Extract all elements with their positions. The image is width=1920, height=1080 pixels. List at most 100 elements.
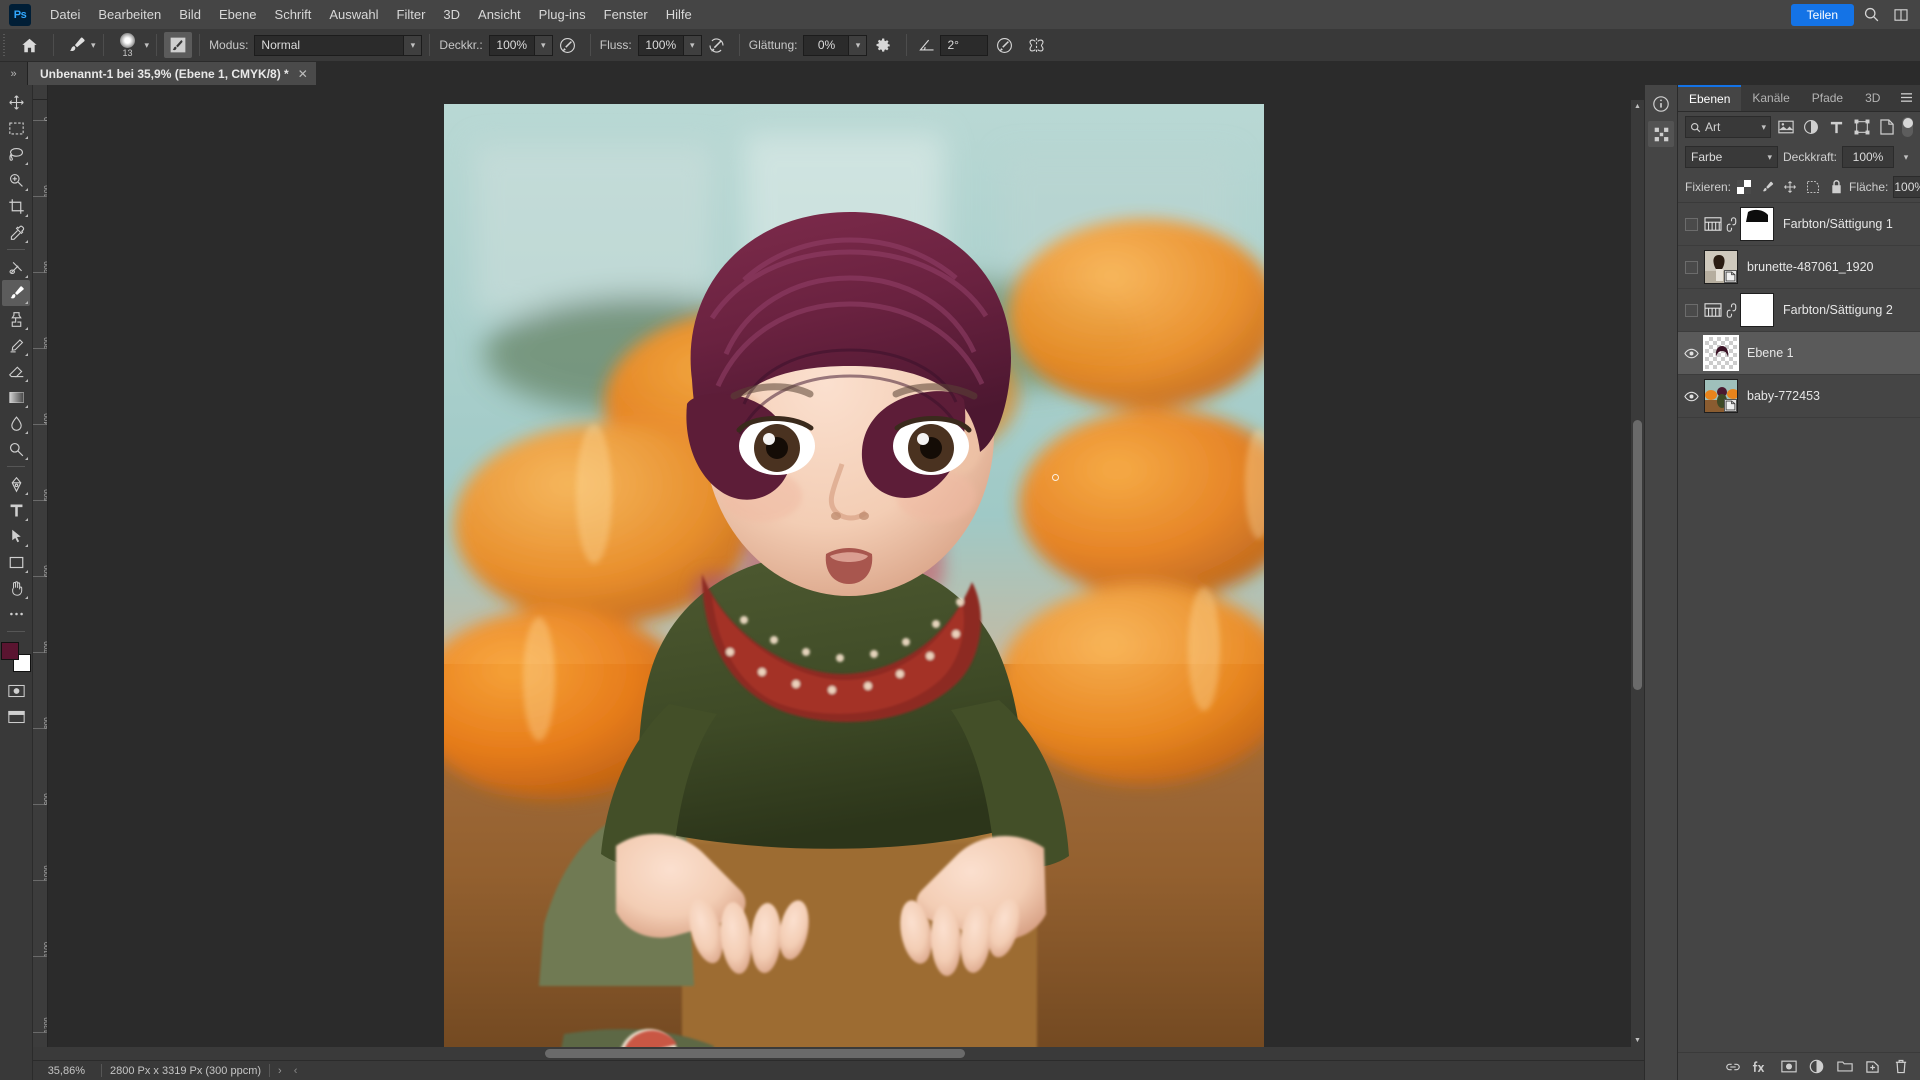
options-bar-grip[interactable] (3, 34, 12, 56)
layer-row[interactable]: baby-772453 (1678, 375, 1920, 418)
layer-thumbnail[interactable] (1704, 379, 1738, 413)
panel-tab-ebenen[interactable]: Ebenen (1678, 85, 1742, 111)
folder-icon[interactable] (1836, 1058, 1853, 1075)
layer-visibility-toggle[interactable] (1678, 391, 1704, 402)
brush-settings-panel-icon[interactable] (164, 32, 193, 58)
libraries-grid-icon[interactable] (1648, 121, 1674, 147)
foreground-color-swatch[interactable] (1, 642, 19, 660)
layer-visibility-checkbox[interactable] (1684, 260, 1698, 274)
chevron-left-icon[interactable]: ‹ (294, 1065, 298, 1077)
color-swatches[interactable] (1, 642, 31, 672)
layer-visibility-checkbox[interactable] (1684, 217, 1698, 231)
layer-name[interactable]: Farbton/Sättigung 2 (1783, 303, 1893, 317)
menu-item-ebene[interactable]: Ebene (210, 3, 266, 26)
search-icon[interactable] (1858, 2, 1884, 28)
lock-artboard-nesting-icon[interactable] (1805, 179, 1821, 195)
symmetry-butterfly-icon[interactable] (1020, 32, 1052, 58)
brush-angle-value[interactable]: 2° (940, 34, 989, 56)
trash-icon[interactable] (1892, 1058, 1909, 1075)
scroll-up-icon[interactable]: ▲ (1631, 100, 1644, 113)
layer-thumbnail[interactable] (1704, 250, 1738, 284)
filter-shape-layers-icon[interactable] (1852, 116, 1872, 138)
document-tab[interactable]: Unbenannt-1 bei 35,9% (Ebene 1, CMYK/8) … (28, 62, 317, 85)
panel-tab-kan-le[interactable]: Kanäle (1741, 85, 1800, 111)
panel-menu-icon[interactable] (1900, 92, 1913, 103)
menu-item-hilfe[interactable]: Hilfe (657, 3, 701, 26)
brush-tool-chevron-icon[interactable]: ▾ (91, 40, 96, 51)
menu-item-schrift[interactable]: Schrift (266, 3, 321, 26)
tool-brush[interactable] (2, 280, 30, 306)
arrange-documents-icon[interactable] (1888, 2, 1914, 28)
tool-rectangle-shape[interactable] (2, 549, 30, 575)
flow-input[interactable]: 100% ▾ (637, 34, 702, 56)
home-icon[interactable] (12, 32, 46, 58)
tool-hand[interactable] (2, 575, 30, 601)
layer-row[interactable]: Farbton/Sättigung 2 (1678, 289, 1920, 332)
expand-panel-icon[interactable]: » (0, 62, 28, 85)
layer-visibility-toggle[interactable] (1678, 303, 1704, 317)
tool-clone-stamp[interactable] (2, 306, 30, 332)
current-brush-tool-icon[interactable] (61, 33, 91, 57)
layer-visibility-toggle[interactable] (1678, 217, 1704, 231)
layer-mask-thumbnail[interactable] (1740, 293, 1774, 327)
vertical-scroll-thumb[interactable] (1633, 420, 1642, 690)
lock-position-icon[interactable] (1782, 179, 1798, 195)
panel-tab-pfade[interactable]: Pfade (1801, 85, 1854, 111)
layer-row[interactable]: Ebene 1 (1678, 332, 1920, 375)
tool-blur[interactable] (2, 410, 30, 436)
tool-gradient[interactable] (2, 384, 30, 410)
layer-opacity-value[interactable]: 100% (1842, 146, 1894, 168)
close-icon[interactable]: ✕ (298, 67, 308, 81)
link-icon[interactable] (1725, 302, 1737, 318)
fx-icon[interactable] (1752, 1058, 1769, 1075)
tool-horizontal-type[interactable] (2, 497, 30, 523)
menu-item-auswahl[interactable]: Auswahl (320, 3, 387, 26)
layer-visibility-checkbox[interactable] (1684, 303, 1698, 317)
link-icon[interactable] (1725, 216, 1737, 232)
panel-tab-3d[interactable]: 3D (1854, 85, 1891, 111)
more-tools-icon[interactable] (2, 601, 30, 627)
tool-rectangular-marquee[interactable] (2, 115, 30, 141)
tool-spot-healing-brush[interactable] (2, 254, 30, 280)
mask-icon[interactable] (1780, 1058, 1797, 1075)
brush-angle-icon[interactable] (914, 32, 940, 58)
layer-thumbnail[interactable] (1703, 335, 1739, 371)
layer-name[interactable]: Ebene 1 (1747, 346, 1794, 360)
quick-mask-icon[interactable] (2, 678, 30, 704)
lock-transparent-pixels-icon[interactable] (1736, 179, 1752, 195)
lock-all-icon[interactable] (1828, 179, 1844, 195)
layer-fill-value[interactable]: 100% (1893, 176, 1920, 198)
layer-name[interactable]: brunette-487061_1920 (1747, 260, 1874, 274)
menu-item-3d[interactable]: 3D (434, 3, 469, 26)
link-icon[interactable] (1724, 1058, 1741, 1075)
menu-item-datei[interactable]: Datei (41, 3, 89, 26)
tool-dodge[interactable] (2, 436, 30, 462)
filter-type-layers-icon[interactable] (1826, 116, 1846, 138)
filter-smart-object-layers-icon[interactable] (1877, 116, 1897, 138)
canvas-scroll-region[interactable]: ▲ ▼ (48, 100, 1644, 1047)
half-circle-icon[interactable] (1808, 1058, 1825, 1075)
menu-item-filter[interactable]: Filter (388, 3, 435, 26)
layer-visibility-toggle[interactable] (1678, 260, 1704, 274)
layer-row[interactable]: brunette-487061_1920 (1678, 246, 1920, 289)
vertical-scrollbar[interactable]: ▲ ▼ (1631, 100, 1644, 1047)
vertical-ruler[interactable]: 0 100 200 300 400 500 600 700 800 900 1000 1100 1200 (33, 100, 48, 1047)
chevron-down-icon[interactable]: ▾ (1899, 152, 1913, 163)
layer-visibility-toggle[interactable] (1678, 348, 1704, 359)
brush-preset-chevron-icon[interactable]: ▾ (145, 40, 150, 51)
tool-eraser[interactable] (2, 358, 30, 384)
smoothing-options-gear-icon[interactable] (867, 32, 899, 58)
filter-pixel-layers-icon[interactable] (1776, 116, 1796, 138)
filter-adjustment-layers-icon[interactable] (1801, 116, 1821, 138)
zoom-level[interactable]: 35,86% (33, 1065, 93, 1077)
share-button[interactable]: Teilen (1790, 3, 1854, 26)
tool-eyedropper[interactable] (2, 219, 30, 245)
layer-filter-kind-select[interactable]: Art ▾ (1685, 116, 1771, 138)
blend-mode-select[interactable]: Normal ▾ (254, 34, 423, 56)
airbrush-icon[interactable] (702, 32, 732, 58)
tool-crop[interactable] (2, 193, 30, 219)
menu-item-bearbeiten[interactable]: Bearbeiten (89, 3, 170, 26)
tool-object-selection[interactable] (2, 167, 30, 193)
info-circle-icon[interactable] (1648, 91, 1674, 117)
pressure-opacity-icon[interactable] (553, 32, 583, 58)
